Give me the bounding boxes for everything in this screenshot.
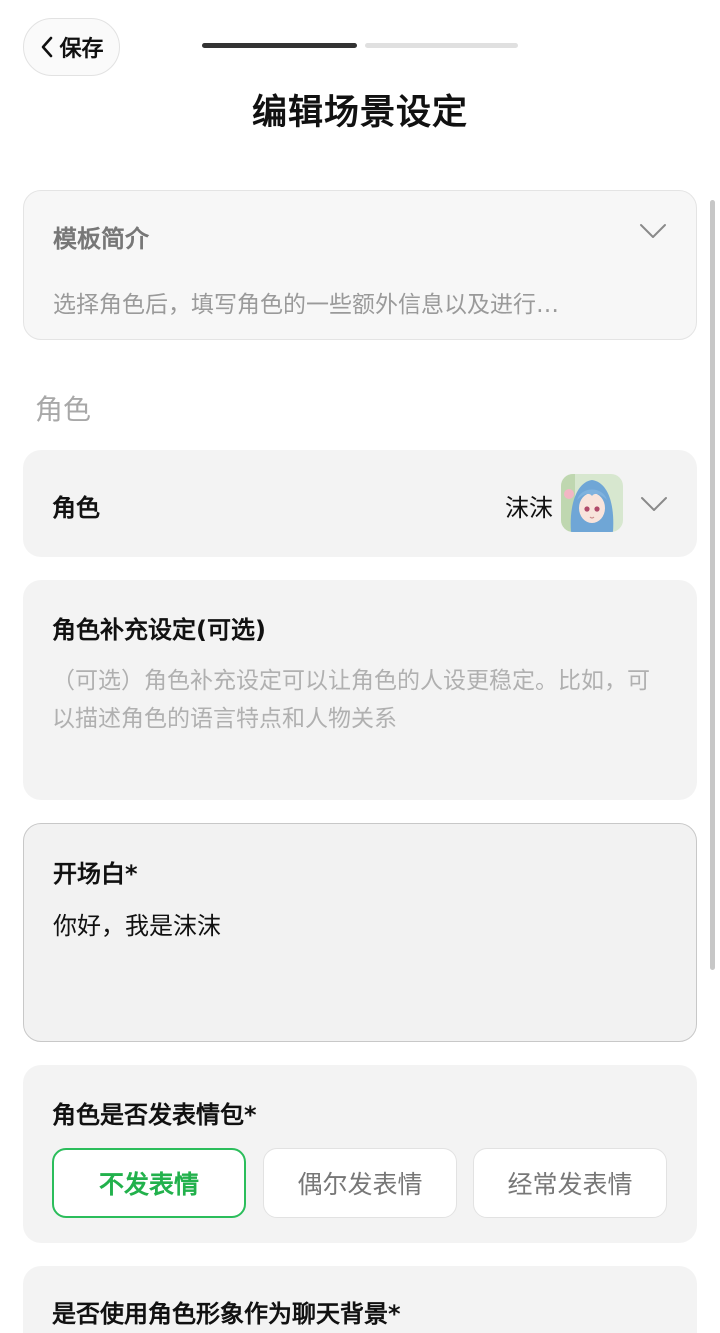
option-frequent-sticker[interactable]: 经常发表情 — [473, 1148, 667, 1218]
opening-line-value: 你好，我是沫沫 — [53, 912, 221, 940]
opening-line-label: 开场白* — [53, 860, 138, 888]
back-save-label: 保存 — [59, 37, 104, 62]
chevron-down-icon — [641, 497, 667, 511]
sticker-setting-card: 角色是否发表情包* 不发表情 偶尔发表情 经常发表情 — [23, 1065, 697, 1243]
template-intro-card[interactable]: 模板简介 选择角色后，填写角色的一些额外信息以及进行… — [23, 190, 697, 340]
edit-scene-page: 保存 编辑场景设定 模板简介 选择角色后，填写角色的一些额外信息以及进行… 角色… — [0, 0, 720, 1333]
option-no-sticker[interactable]: 不发表情 — [52, 1148, 246, 1218]
sticker-setting-label: 角色是否发表情包* — [52, 1101, 257, 1129]
extra-setting-label: 角色补充设定(可选) — [52, 616, 266, 644]
back-save-button[interactable]: 保存 — [23, 18, 120, 76]
extra-setting-placeholder: （可选）角色补充设定可以让角色的人设更稳定。比如，可以描述角色的语言特点和人物关… — [52, 668, 650, 732]
option-occasional-sticker[interactable]: 偶尔发表情 — [263, 1148, 457, 1218]
scrollbar[interactable] — [710, 200, 715, 970]
role-avatar — [561, 474, 623, 532]
chat-background-label: 是否使用角色形象作为聊天背景* — [52, 1300, 401, 1328]
extra-setting-field[interactable]: 角色补充设定(可选) （可选）角色补充设定可以让角色的人设更稳定。比如，可以描述… — [23, 580, 697, 800]
progress-step-2 — [365, 43, 518, 48]
template-intro-description: 选择角色后，填写角色的一些额外信息以及进行… — [53, 292, 559, 318]
template-intro-label: 模板简介 — [53, 225, 149, 253]
chevron-left-icon — [42, 36, 53, 58]
page-title: 编辑场景设定 — [251, 93, 468, 133]
role-label: 角色 — [52, 494, 100, 522]
section-heading-role: 角色 — [35, 393, 92, 426]
chevron-down-icon[interactable] — [638, 221, 668, 241]
opening-line-field[interactable]: 开场白* 你好，我是沫沫 — [23, 823, 697, 1042]
role-value: 沫沫 — [505, 494, 553, 522]
progress-step-1 — [202, 43, 357, 48]
chat-background-card: 是否使用角色形象作为聊天背景* — [23, 1266, 697, 1333]
role-selector[interactable]: 角色 沫沫 — [23, 450, 697, 557]
